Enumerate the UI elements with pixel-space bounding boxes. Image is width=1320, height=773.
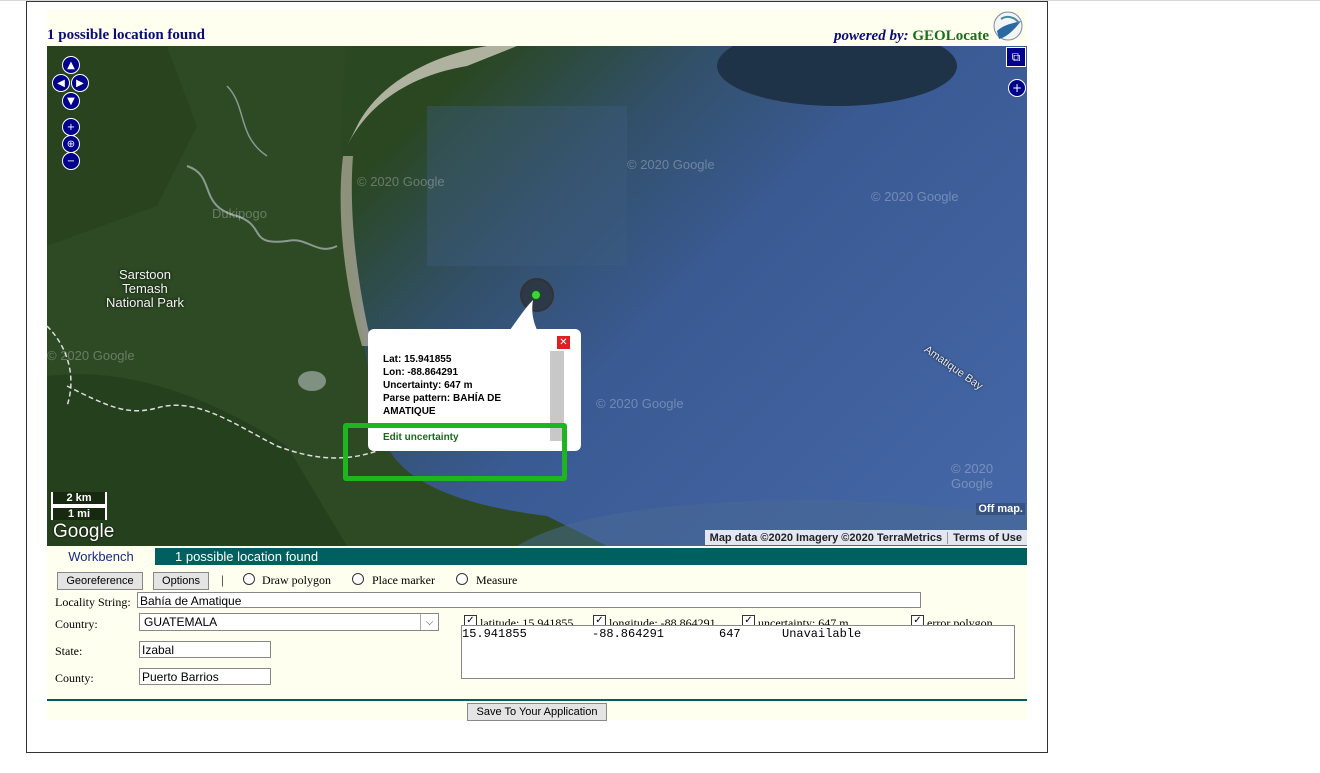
measure-radio[interactable] xyxy=(456,573,468,585)
popup-tail xyxy=(507,300,539,334)
result-polygon: Unavailable xyxy=(782,627,862,641)
map-nav-controls: ▲ ◀ ▶ ▼ + ⊕ − xyxy=(52,56,89,174)
off-map-link[interactable]: Off map. xyxy=(976,503,1025,515)
result-latitude: 15.941855 xyxy=(462,627,527,641)
chevron-down-icon[interactable]: ⌵ xyxy=(420,614,438,630)
result-uncertainty: 647 xyxy=(719,627,741,641)
result-longitude: -88.864291 xyxy=(592,627,665,641)
brand-name: GEOLocate xyxy=(912,28,989,44)
map-watermark: © 2020 Google xyxy=(47,348,135,363)
terms-of-use-link[interactable]: Terms of Use xyxy=(948,532,1027,544)
popup-lon: Lon: -88.864291 xyxy=(383,367,459,378)
place-marker-radio[interactable] xyxy=(352,573,364,585)
pan-left-icon[interactable]: ◀ xyxy=(52,74,70,92)
pan-down-icon[interactable]: ▼ xyxy=(62,92,80,110)
attribution-text: Map data ©2020 Imagery ©2020 TerraMetric… xyxy=(709,531,943,544)
map-watermark: © 2020 Google xyxy=(627,157,715,172)
popup-uncertainty: Uncertainty: 647 m xyxy=(383,380,473,391)
scale-km: 2 km xyxy=(51,492,107,506)
powered-by: powered by: GEOLocate xyxy=(834,28,989,45)
national-park-label: Sarstoon Temash National Park xyxy=(105,267,185,310)
map-scale: 2 km 1 mi xyxy=(51,492,107,520)
save-to-application-button[interactable]: Save To Your Application xyxy=(467,703,607,721)
locality-input[interactable]: Bahía de Amatique xyxy=(137,592,921,608)
georeference-button[interactable]: Georeference xyxy=(57,572,143,590)
toolbar-separator: | xyxy=(221,572,224,587)
map-attribution: Map data ©2020 Imagery ©2020 TerraMetric… xyxy=(704,530,1027,545)
zoom-out-icon[interactable]: − xyxy=(62,152,80,170)
tab-results-info: 1 possible location found xyxy=(175,549,319,564)
county-input[interactable]: Puerto Barrios xyxy=(139,668,271,685)
pan-up-icon[interactable]: ▲ xyxy=(62,56,80,74)
popup-details: Lat: 15.941855 Lon: -88.864291 Uncertain… xyxy=(383,353,549,418)
tab-workbench[interactable]: Workbench xyxy=(47,548,155,565)
geolocate-app: 1 possible location found powered by: GE… xyxy=(47,9,1027,721)
map-watermark: © 2020 Google xyxy=(871,189,959,204)
draw-polygon-label: Draw polygon xyxy=(262,573,331,587)
draw-polygon-radio[interactable] xyxy=(243,573,255,585)
place-marker-label: Place marker xyxy=(372,573,435,587)
geolocate-logo-icon xyxy=(993,11,1023,41)
powered-by-label: powered by: xyxy=(834,28,909,44)
result-count-title: 1 possible location found xyxy=(47,27,205,43)
locality-label: Locality String: xyxy=(55,595,131,609)
satellite-map[interactable]: © 2020 Google © 2020 Google © 2020 Googl… xyxy=(47,46,1027,546)
country-select[interactable]: GUATEMALA ⌵ xyxy=(139,613,439,631)
options-button[interactable]: Options xyxy=(153,572,209,590)
map-watermark: © 2020 Google xyxy=(951,461,994,491)
close-icon[interactable]: ✕ xyxy=(556,335,571,350)
map-watermark-village: Dukipogo xyxy=(212,206,267,221)
layer-switcher-plus-icon[interactable]: + xyxy=(1008,79,1026,97)
expand-icon[interactable]: ⧉ xyxy=(1006,47,1026,67)
country-label: Country: xyxy=(55,617,98,631)
zoom-in-icon[interactable]: + xyxy=(62,118,80,136)
results-textarea[interactable]: 15.941855 -88.864291 647 Unavailable xyxy=(461,625,1015,679)
pan-right-icon[interactable]: ▶ xyxy=(71,74,89,92)
google-logo: Google xyxy=(53,521,115,542)
map-watermark: © 2020 Google xyxy=(596,396,684,411)
county-label: County: xyxy=(55,671,94,685)
country-value: GUATEMALA xyxy=(144,615,218,629)
highlight-box xyxy=(343,423,567,481)
scale-mi: 1 mi xyxy=(51,506,107,520)
popup-parse-pattern: Parse pattern: BAHÍA DE AMATIQUE xyxy=(383,393,501,417)
popup-lat: Lat: 15.941855 xyxy=(383,354,452,365)
measure-label: Measure xyxy=(476,573,518,587)
map-watermark: © 2020 Google xyxy=(357,174,445,189)
state-input[interactable]: Izabal xyxy=(139,641,271,658)
state-label: State: xyxy=(55,644,83,658)
tab-bar: Workbench 1 possible location found xyxy=(47,548,1027,565)
bottom-divider xyxy=(47,699,1027,701)
globe-icon[interactable]: ⊕ xyxy=(62,135,80,153)
